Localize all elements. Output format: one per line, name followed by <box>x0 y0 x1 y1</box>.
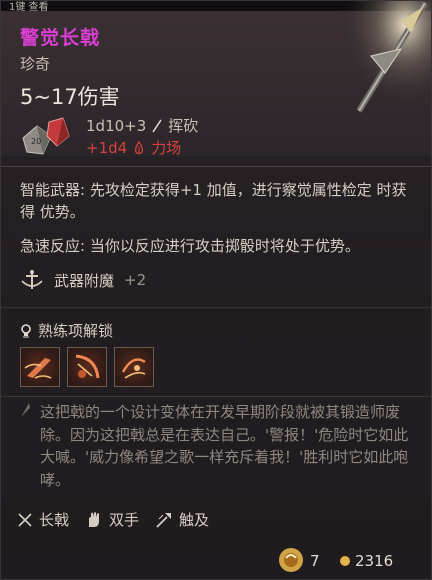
property-label: 长戟 <box>39 511 70 529</box>
enchantment-row: 武器附魔 +2 <box>20 269 146 291</box>
proficiency-label: 熟练项解锁 <box>38 322 114 340</box>
divider <box>1 307 431 308</box>
extra-damage: +1d4 <box>86 138 128 157</box>
pommel-strike-icon <box>121 358 146 379</box>
lightbulb-icon <box>21 323 31 337</box>
property-halberd: 长戟 <box>17 509 69 530</box>
flavor-text: 这把戟的一个设计变体在开发早期阶段就被其锻造师废除。因为这把戟总是在表达自己。'… <box>40 403 409 489</box>
weapon-properties: 长戟 双手 触及 <box>17 509 209 530</box>
force-icon <box>135 140 144 154</box>
proficiency-header: 熟练项解锁 <box>20 320 113 341</box>
sweep-attack-icon <box>24 358 52 379</box>
two-handed-icon <box>89 511 100 527</box>
property-reach: 触及 <box>155 509 209 530</box>
proficiency-action-3[interactable] <box>114 347 154 387</box>
dice-icon: 20 <box>22 117 70 155</box>
divider <box>1 396 431 397</box>
ability-smart-weapon: 智能武器: 先攻检定获得+1 加值，进行察觉属性检定 时获得 优势。 <box>20 181 407 221</box>
damage-type: 挥砍 <box>168 117 199 135</box>
item-weight: 7 <box>310 552 320 570</box>
damage-formula-row: 1d10+3 挥砍 <box>86 115 198 136</box>
property-label: 双手 <box>109 511 140 529</box>
property-two-handed: 双手 <box>85 509 139 530</box>
ability-quick-reaction: 急速反应: 当你以反应进行攻击掷骰时将处于优势。 <box>20 237 360 255</box>
item-rarity: 珍奇 <box>20 55 51 73</box>
lacerate-icon <box>75 354 100 379</box>
item-value: 2316 <box>355 552 394 570</box>
weapon-art-icon <box>341 1 431 119</box>
weight-icon <box>279 548 303 572</box>
reach-icon <box>156 512 172 528</box>
extra-damage-type: 力场 <box>151 139 182 157</box>
slashing-icon <box>152 119 162 132</box>
enchantment-icon <box>21 270 43 289</box>
svg-text:20: 20 <box>31 137 41 146</box>
proficiency-action-2[interactable] <box>67 347 107 387</box>
damage-range: 5~17伤害 <box>20 85 120 109</box>
quill-icon <box>21 403 30 417</box>
item-footer: 7 2316 <box>277 541 431 579</box>
item-name: 警觉长戟 <box>20 27 101 49</box>
halberd-icon <box>18 512 32 527</box>
item-tooltip: 1键 查看 警觉长戟 珍奇 5~17伤害 20 1d10+3 挥砍 +1d4 力… <box>0 0 432 580</box>
damage-formula: 1d10+3 <box>86 116 147 135</box>
proficiency-action-1[interactable] <box>20 347 60 387</box>
extra-damage-row: +1d4 力场 <box>86 137 181 158</box>
enchantment-value: +2 <box>124 271 147 289</box>
divider <box>1 166 431 167</box>
enchantment-label: 武器附魔 <box>54 271 115 290</box>
property-label: 触及 <box>179 511 210 529</box>
gold-coin-icon <box>340 556 350 566</box>
